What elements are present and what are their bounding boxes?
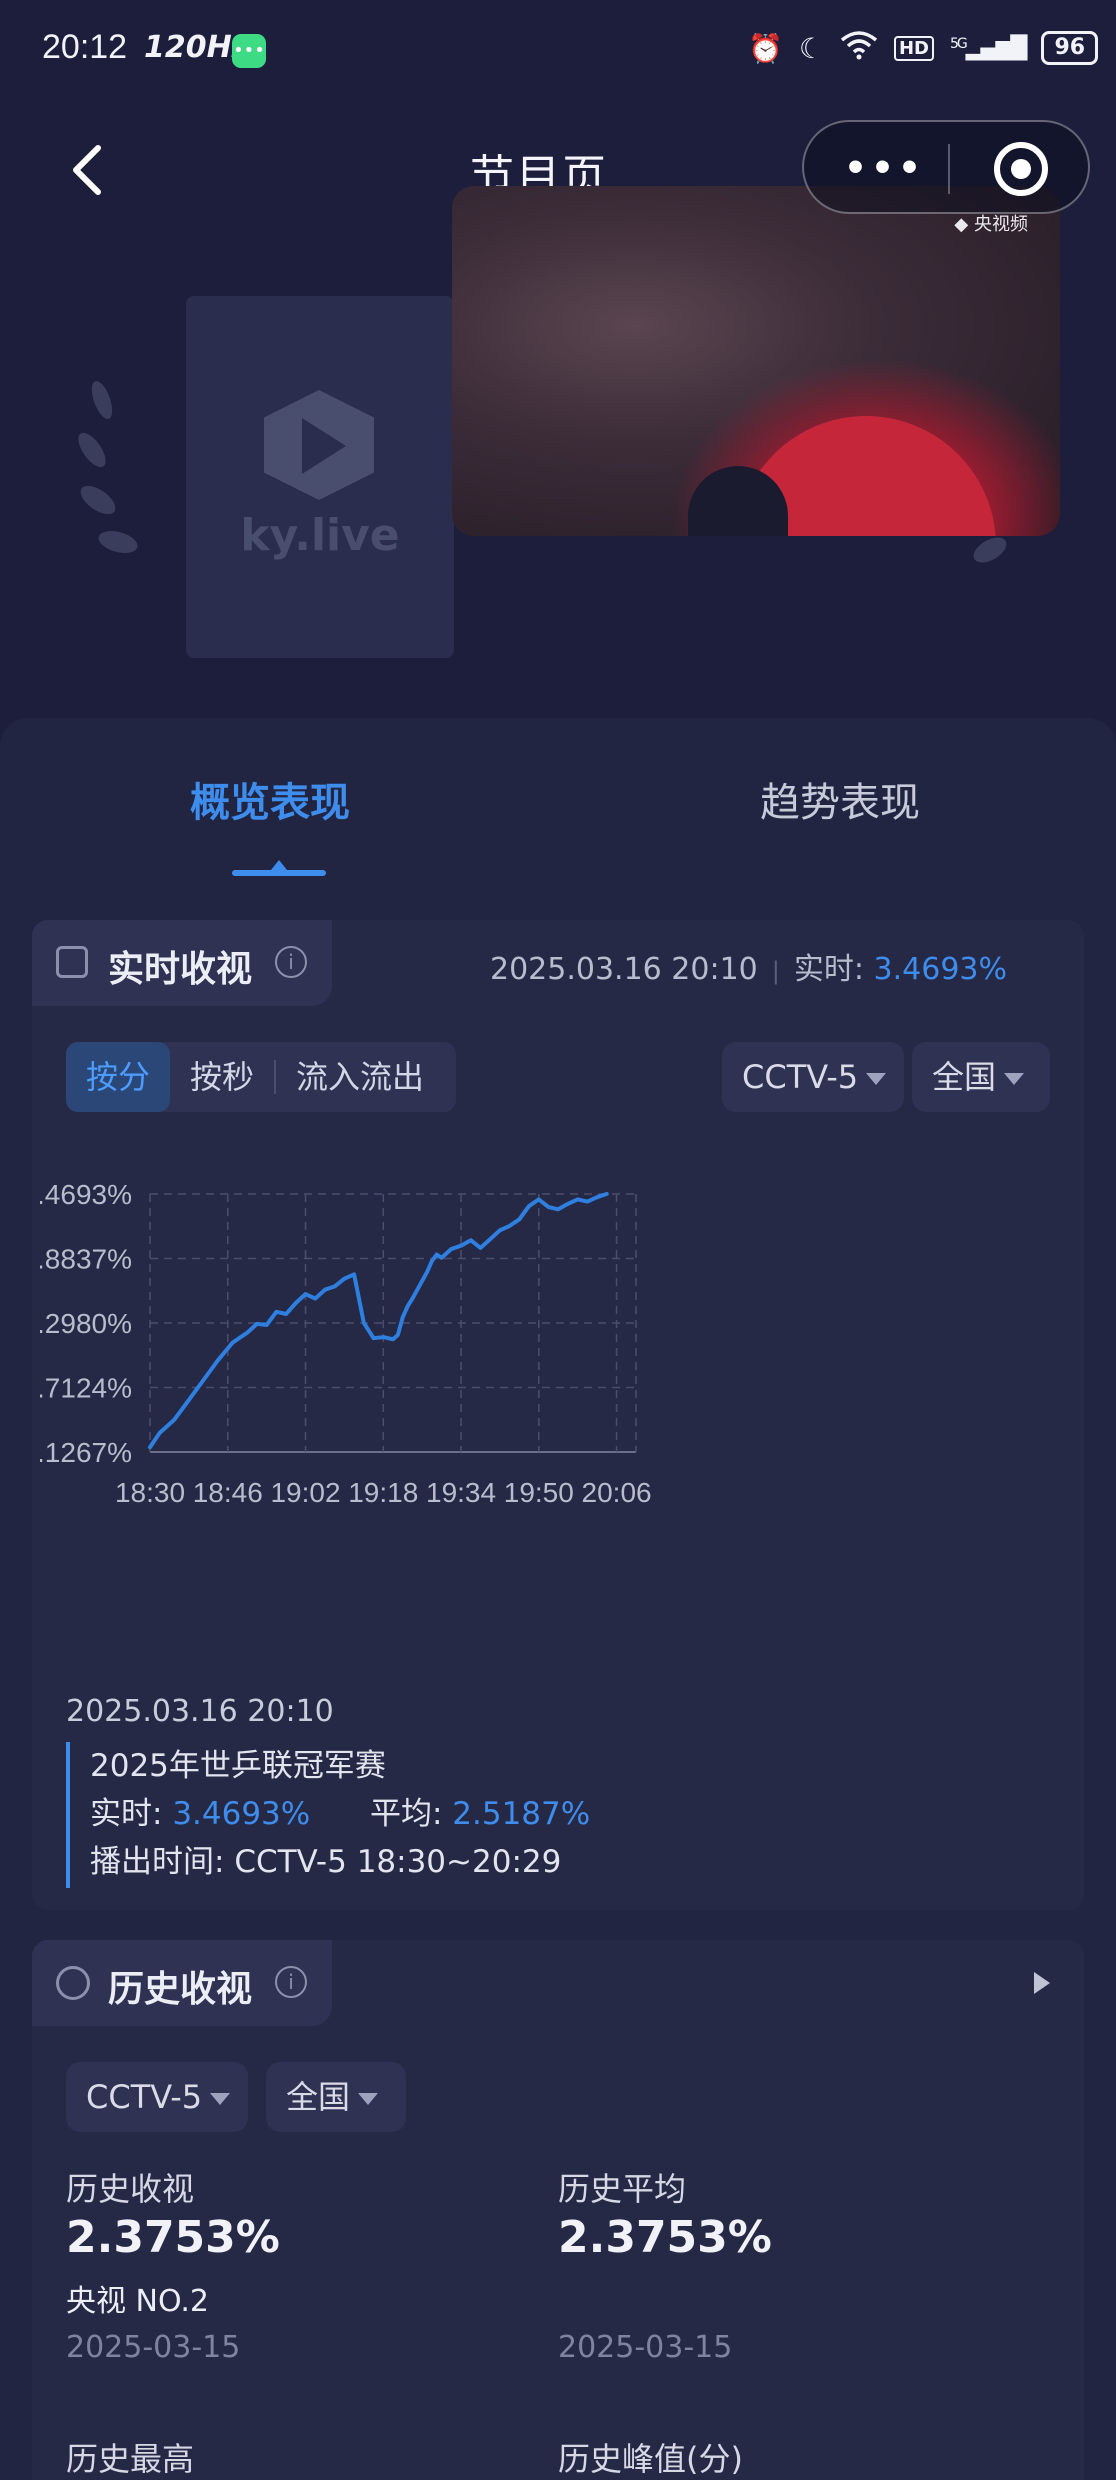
history-region-dropdown[interactable]: 全国: [266, 2062, 406, 2132]
mode-flow-in-out[interactable]: 流入流出: [276, 1042, 444, 1112]
x-tick-label: 20:06: [582, 1477, 652, 1508]
history-region-value: 全国: [286, 2078, 351, 2116]
x-tick-label: 19:50: [504, 1477, 574, 1508]
chevron-down-icon: [1004, 1073, 1025, 1085]
x-tick-label: 18:46: [193, 1477, 263, 1508]
laurel-left-icon: [62, 370, 152, 590]
info-icon[interactable]: i: [275, 1966, 307, 1998]
program-detail: 2025年世乒联冠军赛 实时: 3.4693% 平均: 2.5187% 播出时间…: [66, 1742, 766, 1888]
history-rating-label: 历史收视: [66, 2170, 195, 2208]
program-average-value: 2.5187%: [452, 1796, 591, 1832]
x-tick-label: 19:34: [426, 1477, 496, 1508]
alarm-icon: ⏰: [748, 31, 783, 65]
poster-logo-text: ky.live: [240, 510, 400, 561]
floating-video-player[interactable]: ◆ 央视频: [452, 186, 1060, 536]
program-poster: ky.live: [186, 296, 454, 658]
y-tick-label: 2.8837%: [40, 1244, 132, 1275]
chevron-down-icon: [210, 2093, 231, 2105]
realtime-meta: 2025.03.16 20:10 | 实时: 3.4693%: [490, 952, 1007, 987]
channel-dropdown[interactable]: CCTV-5: [722, 1042, 904, 1112]
y-tick-label: 1.7124%: [40, 1373, 132, 1404]
reel-icon: [56, 1966, 90, 2000]
mode-by-second[interactable]: 按秒: [170, 1042, 274, 1112]
x-tick-label: 19:02: [270, 1477, 340, 1508]
y-tick-label: 2.2980%: [40, 1308, 132, 1339]
program-name: 2025年世乒联冠军赛: [90, 1748, 386, 1784]
y-tick-label: 3.4693%: [40, 1179, 132, 1210]
chevron-down-icon: [866, 1073, 887, 1085]
realtime-title: 实时收视: [108, 949, 253, 990]
message-app-icon: •••: [232, 34, 266, 68]
play-icon[interactable]: [1034, 1972, 1050, 1994]
program-airtime: 播出时间: CCTV-5 18:30~20:29: [90, 1844, 562, 1880]
realtime-value: 3.4693%: [873, 952, 1007, 987]
history-rank: 央视 NO.2: [66, 2284, 209, 2319]
history-average-value: 2.3753%: [558, 2212, 772, 2263]
tab-overview[interactable]: 概览表现: [190, 770, 350, 828]
wifi-icon: [840, 30, 878, 67]
realtime-label: 实时:: [793, 952, 864, 987]
history-channel-value: CCTV-5: [86, 2078, 203, 2116]
status-time: 20:12: [42, 28, 128, 66]
realtime-timestamp: 2025.03.16 20:10: [490, 952, 758, 987]
y-tick-label: 1.1267%: [40, 1437, 132, 1468]
history-average-label: 历史平均: [558, 2170, 687, 2208]
status-bar: 20:12 120Hz ••• ⏰ ☾ HD 5G▂▄▆█ 96: [0, 0, 1116, 100]
hd-icon: HD: [893, 35, 934, 61]
program-ratings: 实时: 3.4693% 平均: 2.5187%: [90, 1796, 591, 1832]
history-channel-dropdown[interactable]: CCTV-5: [66, 2062, 248, 2132]
mode-segmented-control: 按分 按秒 流入流出: [66, 1042, 456, 1112]
chevron-down-icon: [358, 2093, 379, 2105]
program-realtime-value: 3.4693%: [172, 1796, 311, 1832]
x-tick-label: 18:30: [115, 1477, 185, 1508]
realtime-rating-chart: 1.1267% 1.7124% 2.2980% 2.8837% 3.4693% 18:3…: [40, 1179, 652, 1508]
video-frame-icon: [56, 946, 88, 978]
moon-icon: ☾: [798, 31, 824, 65]
x-tick-label: 19:18: [348, 1477, 418, 1508]
status-icons: ⏰ ☾ HD 5G▂▄▆█ 96: [748, 26, 1099, 70]
history-average-date: 2025-03-15: [558, 2330, 733, 2365]
tab-indicator: [232, 860, 326, 876]
more-button[interactable]: •••: [844, 148, 925, 189]
tab-trend[interactable]: 趋势表现: [760, 770, 920, 828]
battery-icon: 96: [1041, 31, 1099, 65]
history-rating-date: 2025-03-15: [66, 2330, 241, 2365]
back-arrow-icon: [73, 145, 101, 195]
history-peak-label: 历史峰值(分): [558, 2440, 743, 2478]
miniprogram-capsule: •••: [802, 120, 1090, 214]
close-miniprogram-button[interactable]: [994, 142, 1048, 196]
history-title: 历史收视: [108, 1969, 253, 2010]
back-button[interactable]: [60, 140, 120, 200]
detail-date: 2025.03.16 20:10: [66, 1694, 334, 1729]
region-dropdown[interactable]: 全国: [912, 1042, 1050, 1112]
history-rating-value: 2.3753%: [66, 2212, 280, 2263]
mode-by-minute[interactable]: 按分: [66, 1042, 171, 1112]
history-max-label: 历史最高: [66, 2440, 195, 2478]
info-icon[interactable]: i: [275, 946, 307, 978]
signal-icon: 5G▂▄▆█: [950, 35, 1027, 61]
region-dropdown-value: 全国: [932, 1058, 997, 1096]
channel-dropdown-value: CCTV-5: [742, 1058, 859, 1096]
